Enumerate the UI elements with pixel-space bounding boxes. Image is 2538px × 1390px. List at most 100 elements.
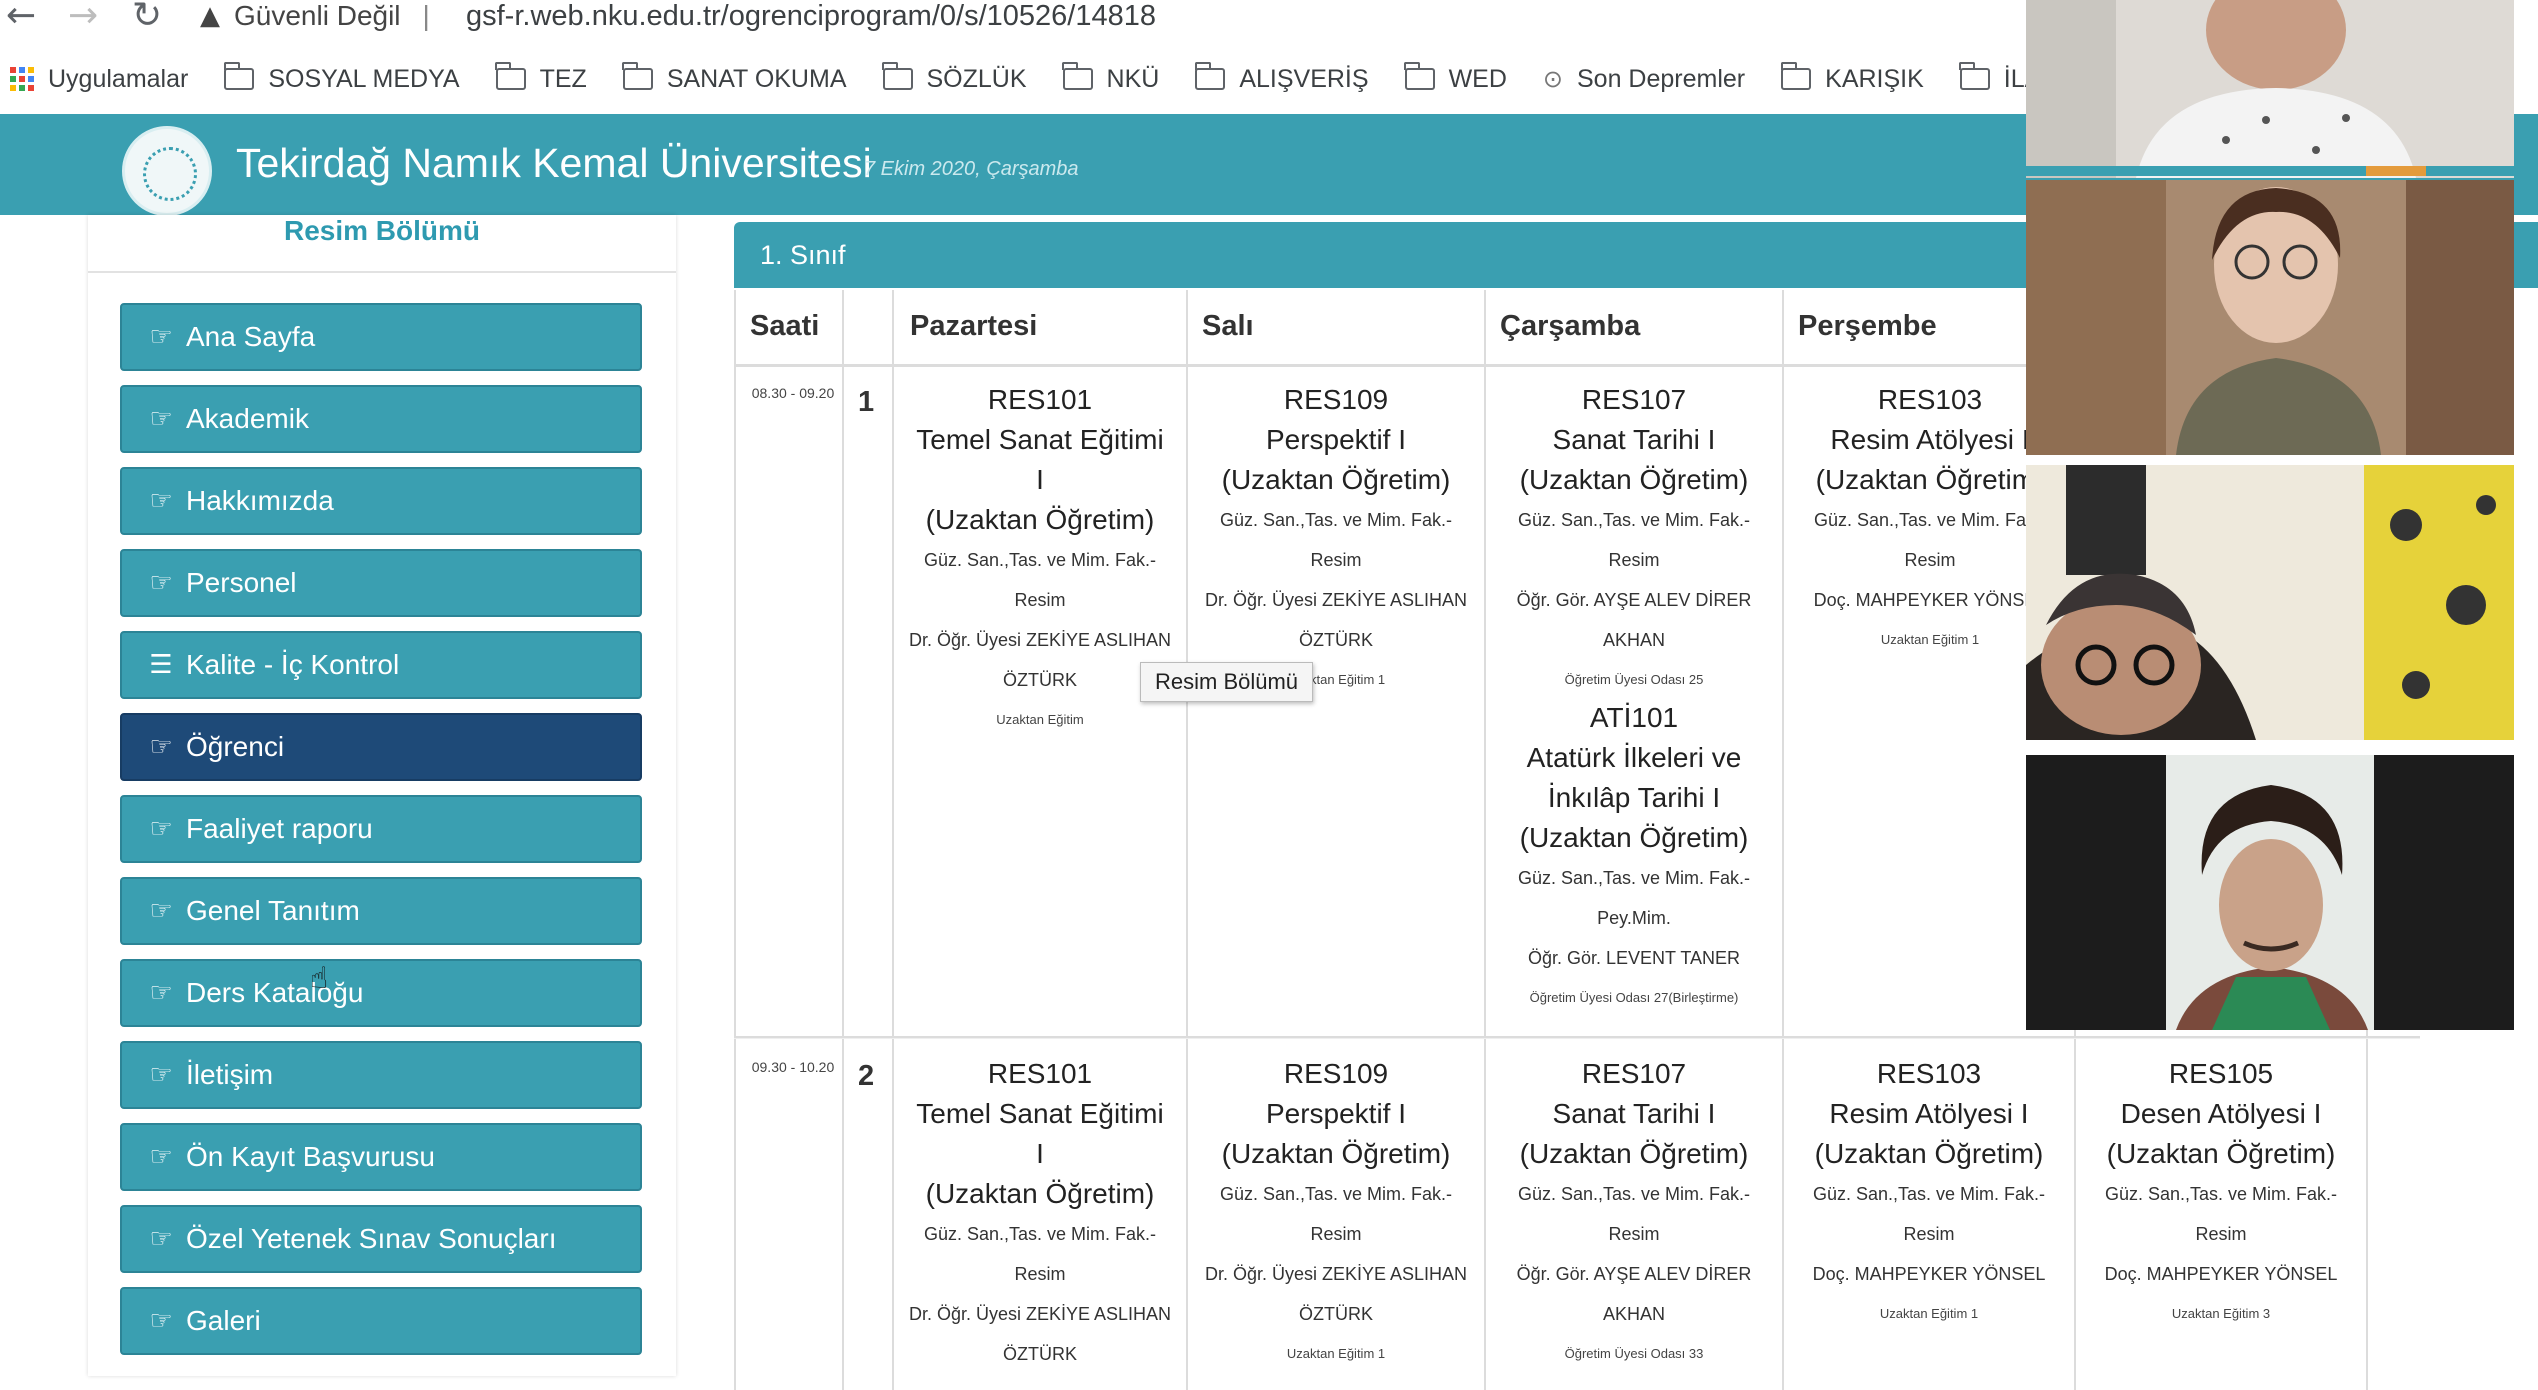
bookmark-item[interactable]: WED — [1404, 62, 1507, 94]
sidebar-item-7[interactable]: ☞ Genel Tanıtım — [120, 877, 642, 945]
teacher-line: ÖZTÜRK — [1299, 1304, 1373, 1324]
sidebar-item-label: Özel Yetenek Sınav Sonuçları — [186, 1223, 557, 1254]
bookmark-item[interactable]: NKÜ — [1062, 62, 1159, 94]
participant-3-video — [2026, 465, 2514, 740]
sidebar-item-3[interactable]: ☞ Personel — [120, 549, 642, 617]
course-code: RES103 — [1876, 1058, 1982, 1089]
course-name-line: (Uzaktan Öğretim) — [1519, 464, 1749, 495]
forward-arrow-icon[interactable]: → — [68, 0, 98, 36]
row2-wednesday-cell[interactable]: RES107 Sanat Tarihi I (Uzaktan Öğretim) Güz… — [1486, 1054, 1782, 1374]
teacher-line: Öğr. Gör. AYŞE ALEV DİRER — [1516, 590, 1752, 610]
grid-line — [734, 290, 736, 1390]
row1-wednesday-cell-2[interactable]: ATİ101 Atatürk İlkeleri ve İnkılâp Tarihi … — [1486, 698, 1782, 1018]
address-bar-url[interactable]: gsf-r.web.nku.edu.tr/ogrenciprogram/0/s/… — [466, 0, 1156, 36]
sidebar-item-10[interactable]: ☞ Ön Kayıt Başvurusu — [120, 1123, 642, 1191]
course-name-line: (Uzaktan Öğretim) — [1221, 464, 1451, 495]
bookmark-label: KARIŞIK — [1825, 64, 1924, 93]
folder-icon — [1404, 62, 1435, 90]
teacher-line: Dr. Öğr. Üyesi ZEKİYE ASLIHAN — [1204, 1264, 1468, 1284]
participant-1-video — [2026, 0, 2514, 178]
video-tile-participant-4[interactable] — [2026, 755, 2514, 1030]
bookmark-item[interactable]: SANAT OKUMA — [622, 62, 847, 94]
faculty: Güz. San.,Tas. ve Mim. Fak.- — [1517, 510, 1751, 530]
bookmark-item[interactable]: TEZ — [495, 62, 587, 94]
hand-pointer-icon: ☞ — [149, 322, 173, 352]
course-name-line: (Uzaktan Öğretim) — [925, 504, 1155, 535]
course-code: RES101 — [987, 1058, 1093, 1089]
sidebar-item-1[interactable]: ☞ Akademik — [120, 385, 642, 453]
sidebar-item-4[interactable]: ☰ Kalite - İç Kontrol — [120, 631, 642, 699]
sidebar-item-2[interactable]: ☞ Hakkımızda — [120, 467, 642, 535]
course-code: ATİ101 — [1589, 702, 1679, 733]
university-name[interactable]: Tekirdağ Namık Kemal Üniversitesi — [236, 140, 872, 187]
course-name-line: İnkılâp Tarihi I — [1547, 782, 1721, 813]
row2-friday-cell[interactable]: RES105 Desen Atölyesi I (Uzaktan Öğretim) G… — [2076, 1054, 2366, 1334]
course-name-line: Temel Sanat Eğitimi — [916, 1098, 1164, 1129]
sidebar-item-12[interactable]: ☞ Galeri — [120, 1287, 642, 1355]
bookmark-item[interactable]: SÖZLÜK — [882, 62, 1027, 94]
bookmark-item[interactable]: ⊙ Son Depremler — [1543, 65, 1745, 94]
row1-tuesday-cell[interactable]: RES109 Perspektif I (Uzaktan Öğretim) Güz. … — [1188, 380, 1484, 700]
course-code: RES101 — [987, 384, 1093, 415]
bookmark-item[interactable]: SOSYAL MEDYA — [223, 62, 460, 94]
teacher-line: Öğr. Gör. LEVENT TANER — [1527, 948, 1741, 968]
course-code: RES107 — [1581, 384, 1687, 415]
sidebar-item-9[interactable]: ☞ İletişim — [120, 1041, 642, 1109]
sidebar-item-label: Öğrenci — [186, 731, 285, 762]
department: Resim — [1310, 550, 1362, 570]
folder-icon — [1959, 62, 1990, 90]
header-tuesday: Salı — [1202, 310, 1254, 342]
room: Uzaktan Eğitim 1 — [1286, 1346, 1386, 1361]
bookmark-item[interactable]: Uygulamalar — [0, 65, 188, 94]
row2-thursday-cell[interactable]: RES103 Resim Atölyesi I (Uzaktan Öğretim) G… — [1784, 1054, 2074, 1334]
department: Resim — [2195, 1224, 2247, 1244]
grid-line — [842, 290, 844, 1390]
row1-wednesday-cell[interactable]: RES107 Sanat Tarihi I (Uzaktan Öğretim) Güz… — [1486, 380, 1782, 700]
bookmark-label: Son Depremler — [1577, 64, 1746, 93]
row2-monday-cell[interactable]: RES101 Temel Sanat Eğitimi I (Uzaktan Öğret… — [894, 1054, 1186, 1374]
sidebar-item-6[interactable]: ☞ Faaliyet raporu — [120, 795, 642, 863]
teacher-line: AKHAN — [1602, 1304, 1665, 1324]
course-name-line: Temel Sanat Eğitimi — [916, 424, 1164, 455]
faculty: Güz. San.,Tas. ve Mim. Fak.- — [1517, 1184, 1751, 1204]
bookmark-item[interactable]: KARIŞIK — [1780, 62, 1924, 94]
teacher-line: Dr. Öğr. Üyesi ZEKİYE ASLIHAN — [908, 1304, 1172, 1324]
hand-pointer-icon: ☞ — [149, 1142, 173, 1172]
menu-bars-icon: ☰ — [149, 650, 173, 680]
video-tile-participant-1[interactable] — [2026, 0, 2514, 178]
row2-time: 09.30 - 10.20 — [751, 1059, 835, 1075]
sidebar: Resim Bölümü ☞ Ana Sayfa ☞ Akademik ☞ Hakkımı… — [88, 215, 676, 1376]
sidebar-item-11[interactable]: ☞ Özel Yetenek Sınav Sonuçları — [120, 1205, 642, 1273]
bookmark-item[interactable]: ALIŞVERİŞ — [1194, 62, 1369, 94]
back-arrow-icon[interactable]: ← — [6, 0, 36, 36]
video-tile-participant-3[interactable] — [2026, 465, 2514, 740]
room: Öğretim Üyesi Odası 27(Birleştirme) — [1529, 990, 1739, 1005]
course-name-line: Atatürk İlkeleri ve — [1526, 742, 1742, 773]
course-code: RES109 — [1283, 1058, 1389, 1089]
earthquake-site-icon: ⊙ — [1542, 65, 1563, 93]
sidebar-item-8[interactable]: ☞ Ders Kataloğu — [120, 959, 642, 1027]
course-name-line: Resim Atölyesi I — [1829, 1098, 2029, 1129]
course-name-line: (Uzaktan Öğretim) — [1519, 822, 1749, 853]
video-tile-participant-2[interactable] — [2026, 180, 2514, 455]
security-indicator[interactable]: ▲ Güvenli Değil | — [200, 0, 438, 36]
university-logo[interactable] — [122, 126, 212, 216]
row1-time: 08.30 - 09.20 — [751, 385, 835, 401]
course-name-line: (Uzaktan Öğretim) — [1814, 1138, 2044, 1169]
hand-pointer-icon: ☞ — [149, 568, 173, 598]
folder-icon — [495, 62, 526, 90]
sidebar-item-0[interactable]: ☞ Ana Sayfa — [120, 303, 642, 371]
sidebar-item-label: Faaliyet raporu — [186, 813, 373, 844]
teacher-line: Dr. Öğr. Üyesi ZEKİYE ASLIHAN — [908, 630, 1172, 650]
course-name-line: (Uzaktan Öğretim) — [1221, 1138, 1451, 1169]
hand-pointer-icon: ☞ — [149, 1224, 173, 1254]
reload-icon[interactable]: ↻ — [132, 0, 162, 36]
hand-pointer-icon: ☞ — [149, 486, 173, 516]
bookmark-label: Uygulamalar — [48, 64, 189, 93]
bookmark-label: ALIŞVERİŞ — [1239, 64, 1369, 93]
row2-tuesday-cell[interactable]: RES109 Perspektif I (Uzaktan Öğretim) Güz. … — [1188, 1054, 1484, 1374]
faculty: Güz. San.,Tas. ve Mim. Fak.- — [1517, 868, 1751, 888]
teacher-line: Dr. Öğr. Üyesi ZEKİYE ASLIHAN — [1204, 590, 1468, 610]
faculty: Güz. San.,Tas. ve Mim. Fak.- — [1219, 1184, 1453, 1204]
sidebar-item-5[interactable]: ☞ Öğrenci — [120, 713, 642, 781]
